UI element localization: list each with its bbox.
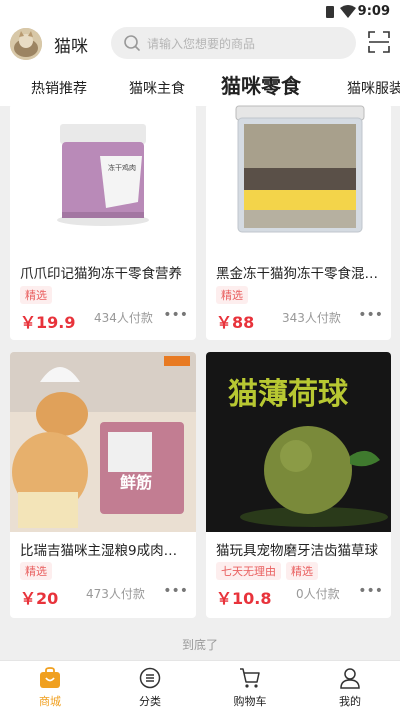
sold-count: 0人付款 (296, 587, 340, 601)
product-image: 冻干鸡肉 (10, 104, 196, 254)
product-image-label: 冻干鸡肉 (108, 163, 136, 172)
tag-featured: 精选 (216, 286, 248, 304)
shop-avatar[interactable] (10, 28, 42, 60)
search-placeholder: 请输入您想要的商品 (147, 37, 256, 51)
product-card[interactable]: 冻干鸡肉 爪爪印记猫狗冻干零食营养 精选 ￥19.9 434人付款 ••• (10, 104, 196, 340)
header: 猫咪 请输入您想要的商品 (0, 24, 400, 66)
nav-label: 购物车 (233, 695, 267, 708)
tag-featured: 精选 (20, 562, 52, 580)
more-options-icon[interactable]: ••• (163, 307, 188, 323)
nav-category[interactable]: 分类 (100, 661, 200, 710)
product-card[interactable]: 猫薄荷球 猫玩具宠物磨牙洁齿猫草球 七天无理由 精选 ￥10.8 0人付款 ••… (206, 352, 391, 618)
list-end-text: 到底了 (181, 638, 218, 652)
sold-count: 473人付款 (86, 587, 145, 601)
nav-shop[interactable]: 商城 (0, 661, 100, 710)
product-card[interactable]: 黑金冻干猫狗冻干零食混合装 精选 ￥88 343人付款 ••• (206, 104, 391, 340)
battery-icon (326, 6, 334, 18)
more-options-icon[interactable]: ••• (163, 583, 188, 599)
tab-clothing[interactable]: 猫咪服装 (347, 78, 400, 98)
nav-label: 商城 (39, 695, 61, 708)
product-name: 黑金冻干猫狗冻干零食混合装 (216, 266, 378, 282)
product-price: ￥88 (216, 313, 255, 332)
sold-count: 343人付款 (282, 311, 341, 325)
more-options-icon[interactable]: ••• (358, 307, 383, 323)
status-bar: 9:09 (0, 0, 400, 24)
scan-icon[interactable] (368, 31, 390, 53)
cart-icon (240, 668, 260, 688)
nav-label: 分类 (139, 695, 161, 708)
category-tabs: 热销推荐 猫咪主食 猫咪零食 猫咪服装 (0, 66, 400, 106)
nav-cart[interactable]: 购物车 (200, 661, 300, 710)
product-image (206, 104, 391, 254)
product-name: 比瑞吉猫咪主湿粮9成肉罐头 (20, 543, 182, 559)
tag-featured: 精选 (286, 562, 318, 580)
nav-mine[interactable]: 我的 (300, 661, 400, 710)
search-icon (124, 35, 140, 51)
product-name: 猫玩具宠物磨牙洁齿猫草球 (216, 543, 378, 559)
tab-staple-food[interactable]: 猫咪主食 (129, 78, 185, 98)
sold-count: 434人付款 (94, 311, 153, 325)
shop-bag-icon (40, 667, 60, 688)
product-price: ￥19.9 (20, 313, 76, 332)
nav-label: 我的 (339, 695, 361, 708)
product-price: ￥20 (20, 589, 59, 608)
tag-featured: 精选 (20, 286, 52, 304)
product-image: 猫薄荷球 (206, 352, 391, 532)
product-image: 鲜筋 (10, 352, 196, 532)
shop-name: 猫咪 (54, 37, 88, 57)
product-price: ￥10.8 (216, 589, 272, 608)
product-image-label: 鲜筋 (120, 473, 152, 492)
product-image-label: 猫薄荷球 (228, 377, 349, 412)
tag-seven-day-return: 七天无理由 (216, 562, 281, 580)
category-icon (139, 667, 161, 689)
tab-snacks[interactable]: 猫咪零食 (221, 70, 301, 99)
product-card[interactable]: 鲜筋 比瑞吉猫咪主湿粮9成肉罐头 精选 ￥20 473人付款 ••• (10, 352, 196, 618)
status-time: 9:09 (357, 4, 390, 19)
wifi-icon (340, 5, 356, 18)
search-input[interactable]: 请输入您想要的商品 (111, 27, 356, 59)
bottom-nav: 商城 分类 购物车 我的 (0, 660, 400, 710)
product-name: 爪爪印记猫狗冻干零食营养 (20, 266, 182, 282)
tab-hot[interactable]: 热销推荐 (31, 78, 87, 98)
user-icon (340, 668, 360, 689)
more-options-icon[interactable]: ••• (358, 583, 383, 599)
